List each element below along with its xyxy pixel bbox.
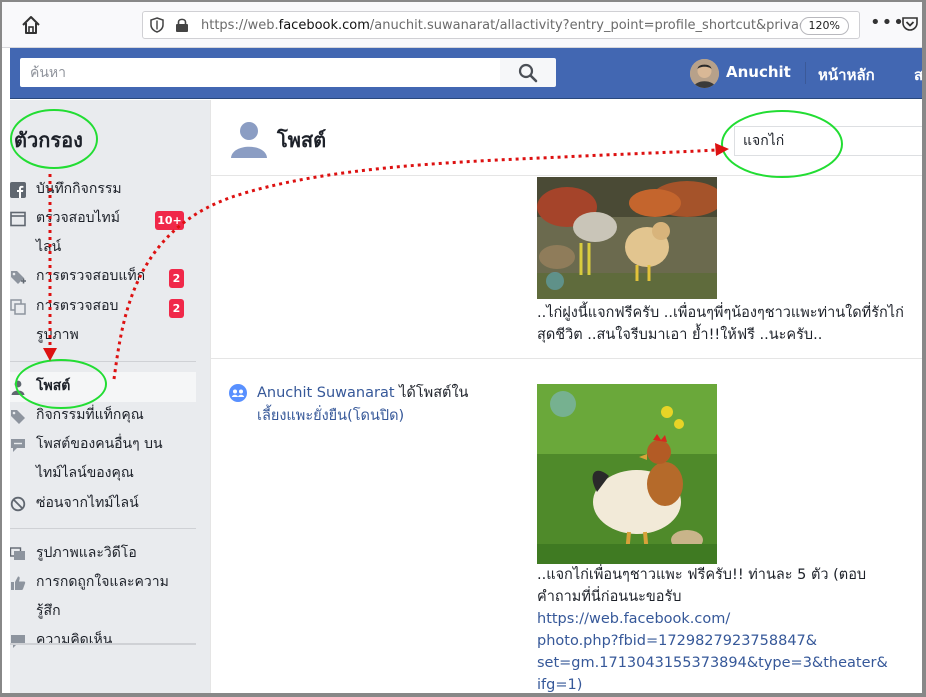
home-icon[interactable] — [20, 14, 42, 36]
search-button[interactable] — [500, 58, 556, 87]
post-text: ..ไก่ฝูงนี้แจกฟรีครับ ..เพื่อนๆพี่ๆน้องๆ… — [537, 305, 904, 343]
avatar[interactable] — [690, 59, 719, 88]
sidebar-divider — [10, 361, 196, 362]
page-title: โพสต์ — [277, 128, 327, 152]
notification-badge: 2 — [169, 299, 184, 318]
post-search-input[interactable] — [735, 127, 922, 155]
sidebar-item-label: โพสต์ — [36, 378, 71, 394]
search-input[interactable] — [20, 58, 509, 87]
facebook-icon — [10, 182, 26, 198]
timeline-review-icon — [10, 211, 26, 227]
url-host: facebook.com — [278, 18, 370, 33]
search-box — [20, 58, 509, 87]
hidden-icon — [10, 496, 26, 512]
sidebar-item-likes-reactions[interactable]: การกดถูกใจและความรู้สึก — [10, 568, 200, 626]
avatar-image — [690, 59, 719, 88]
sidebar-divider — [10, 528, 196, 529]
sidebar-item-label: รูปภาพและวิดีโอ — [36, 545, 137, 561]
sidebar-item-posts[interactable]: โพสต์ — [10, 372, 200, 401]
post-link[interactable]: https://web.facebook.com/ photo.php?fbid… — [537, 608, 917, 693]
tag-review-icon — [11, 271, 26, 284]
post-photo-flock[interactable] — [537, 177, 717, 299]
profile-link[interactable]: Anuchit — [726, 63, 791, 81]
sidebar-item-label: ความคิดเห็น — [36, 632, 113, 648]
lock-icon[interactable] — [175, 17, 189, 33]
sidebar-item-activity-log[interactable]: บันทึกกิจกรรม — [10, 175, 200, 204]
tag-icon — [11, 410, 25, 424]
notification-badge: 10+ — [155, 211, 184, 230]
address-bar[interactable]: https://web.facebook.com/anuchit.suwanar… — [142, 11, 860, 39]
url-path: /anuchit.suwanarat/allactivity?entry_poi… — [369, 18, 801, 33]
page-actions-button[interactable]: ••• — [870, 12, 905, 33]
hen-photo — [537, 384, 717, 564]
sidebar-bottom-rule — [10, 643, 196, 645]
notification-badge: 2 — [169, 269, 184, 288]
sidebar-item-label: การกดถูกใจและความรู้สึก — [36, 574, 169, 619]
screenshot-frame: https://web.facebook.com/anuchit.suwanar… — [0, 0, 926, 697]
post-divider — [211, 358, 922, 359]
activity-filter-sidebar: ตัวกรอง บันทึกกิจกรรม ตรวจสอบไทม์ไลน์ 10… — [10, 100, 210, 693]
person-silhouette-icon — [231, 122, 267, 158]
posts-panel: โพสต์ ..ไก่ฝูงนี้แจกฟ — [210, 100, 922, 693]
zoom-level-badge[interactable]: 120% — [799, 17, 849, 35]
group-icon — [229, 384, 247, 402]
posts-header: โพสต์ — [211, 100, 922, 176]
chickens-photo — [537, 177, 717, 299]
facebook-header: Anuchit หน้าหลัก ส — [10, 48, 922, 99]
header-overflow-link[interactable]: ส — [914, 63, 922, 87]
sidebar-item-label: ซ่อนจากไทม์ไลน์ — [36, 495, 139, 511]
post-link-line[interactable]: https://web.facebook.com/ — [537, 608, 917, 630]
post-link-line[interactable]: photo.php?fbid=1729827923758847& — [537, 630, 917, 652]
pocket-icon[interactable] — [901, 15, 919, 33]
filter-title: ตัวกรอง — [14, 128, 83, 152]
sidebar-item-tagged-activity[interactable]: กิจกรรมที่แท็กคุณ — [10, 401, 200, 430]
photo-review-icon — [10, 299, 26, 315]
like-icon — [11, 576, 26, 590]
sidebar-item-label: โพสต์ของคนอื่นๆ บนไทม์ไลน์ของคุณ — [36, 436, 163, 481]
comment-icon — [11, 439, 25, 452]
post-search-box — [734, 126, 922, 156]
post-photo-hen[interactable] — [537, 384, 717, 564]
actor-verb: ได้โพสต์ใน — [394, 385, 469, 401]
comments-icon — [11, 635, 25, 648]
post-actor: Anuchit Suwanarat ได้โพสต์ในเลี้ยงแพะยั่… — [229, 382, 499, 428]
group-name-link[interactable]: เลี้ยงแพะยั่งยืน(โดนปิด) — [257, 408, 404, 424]
url-text[interactable]: https://web.facebook.com/anuchit.suwanar… — [201, 18, 801, 33]
post-link-line[interactable]: set=gm.1713043155373894&type=3&theater& — [537, 652, 917, 674]
sidebar-item-hidden[interactable]: ซ่อนจากไทม์ไลน์ — [10, 489, 200, 518]
search-icon — [518, 63, 538, 83]
url-prefix: https://web. — [201, 18, 279, 33]
sidebar-item-label: การตรวจสอบรูปภาพ — [36, 298, 119, 343]
sidebar-item-label: ตรวจสอบไทม์ไลน์ — [36, 210, 121, 255]
person-icon — [11, 380, 25, 395]
photos-icon — [10, 547, 25, 560]
sidebar-item-label: กิจกรรมที่แท็กคุณ — [36, 407, 144, 423]
sidebar-item-comments[interactable]: ความคิดเห็น — [10, 626, 200, 655]
sidebar-item-photos-videos[interactable]: รูปภาพและวิดีโอ — [10, 539, 200, 568]
post-link-line[interactable]: ifg=1) — [537, 674, 917, 693]
home-link[interactable]: หน้าหลัก — [818, 63, 875, 87]
header-divider — [805, 62, 806, 84]
browser-toolbar: https://web.facebook.com/anuchit.suwanar… — [2, 2, 922, 48]
post-text: ..แจกไก่เพื่อนๆชาวแพะ ฟรีครับ!! ท่านละ 5… — [537, 567, 867, 605]
sidebar-item-label: บันทึกกิจกรรม — [36, 181, 122, 197]
actor-name-link[interactable]: Anuchit Suwanarat — [257, 385, 395, 401]
tracking-shield-icon[interactable] — [149, 17, 165, 33]
sidebar-item-label: การตรวจสอบแท็ก — [36, 268, 146, 284]
sidebar-item-others-posts[interactable]: โพสต์ของคนอื่นๆ บนไทม์ไลน์ของคุณ — [10, 430, 200, 488]
